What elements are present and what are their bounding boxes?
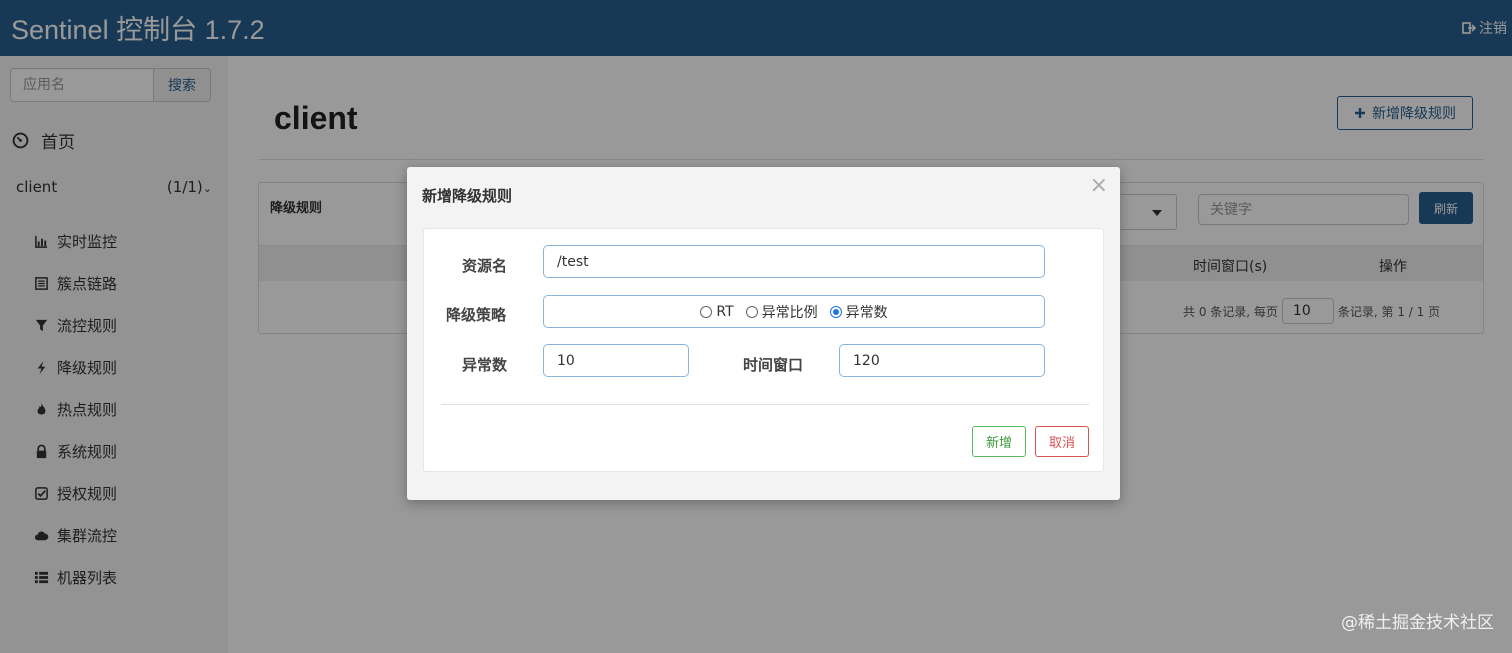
add-degrade-rule-dialog: 新增降级规则 × 资源名 /test 降级策略 RT 异常比例 异常数 异常数 … [407, 167, 1120, 500]
radio-label: 异常数 [845, 304, 888, 321]
strategy-label: 降级策略 [446, 306, 507, 324]
count-input[interactable]: 10 [543, 344, 689, 377]
radio-label: 异常比例 [761, 304, 818, 321]
strategy-radio-group: RT 异常比例 异常数 [543, 295, 1045, 328]
cancel-button[interactable]: 取消 [1035, 426, 1089, 457]
radio-exception-ratio[interactable]: 异常比例 [745, 302, 818, 322]
close-button[interactable]: × [1090, 173, 1108, 198]
radio-label: RT [716, 303, 734, 320]
confirm-add-button[interactable]: 新增 [972, 426, 1026, 457]
time-window-label: 时间窗口 [743, 356, 804, 374]
resource-input[interactable]: /test [543, 245, 1045, 278]
radio-rt[interactable]: RT [700, 303, 734, 320]
radio-button-selected[interactable] [829, 305, 842, 318]
dialog-title: 新增降级规则 [422, 187, 513, 205]
dialog-body: 资源名 /test 降级策略 RT 异常比例 异常数 异常数 10 时间窗口 1… [423, 228, 1104, 472]
radio-exception-count[interactable]: 异常数 [829, 302, 888, 322]
dialog-divider [441, 404, 1089, 405]
radio-button[interactable] [745, 305, 758, 318]
count-label: 异常数 [462, 356, 508, 374]
time-window-input[interactable]: 120 [839, 344, 1045, 377]
radio-button[interactable] [700, 305, 713, 318]
resource-label: 资源名 [462, 257, 508, 275]
watermark: @稀土掘金技术社区 [1341, 613, 1494, 633]
